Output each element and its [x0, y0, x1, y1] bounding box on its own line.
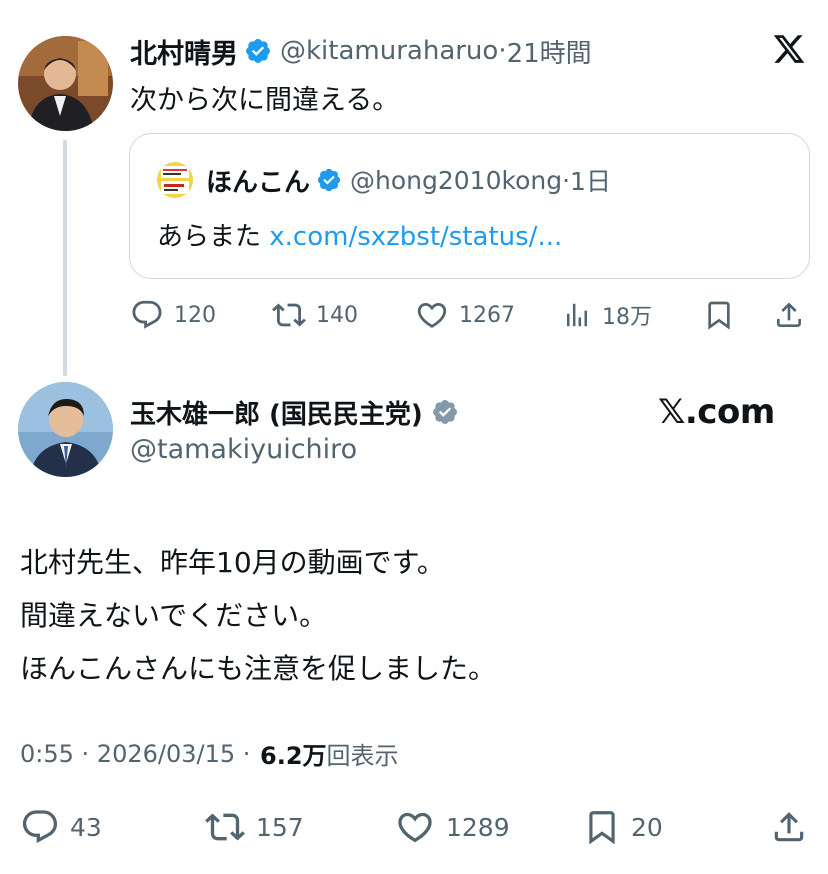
avatar-tamaki-image — [18, 382, 113, 477]
separator-dot: · — [498, 36, 507, 66]
verified-badge-icon — [316, 167, 342, 193]
like-button[interactable]: 1267 — [415, 298, 515, 332]
views-count: 18万 — [602, 305, 652, 330]
reply-icon — [22, 810, 58, 844]
avatar-kitamura-image — [18, 36, 113, 131]
separator-dot: · — [235, 739, 259, 768]
share-button[interactable] — [770, 807, 808, 847]
post-date[interactable]: 2026/03/15 — [97, 740, 235, 768]
thread-connector-line — [63, 140, 67, 376]
tweet-text-line: ほんこんさんにも注意を促しました。 — [20, 652, 497, 685]
like-count: 1289 — [446, 812, 510, 842]
tweet-text-line: 間違えないでください。 — [20, 599, 328, 632]
share-button[interactable] — [773, 298, 805, 332]
tweet-header: 北村晴男 @kitamuraharuo · 21時間 — [130, 30, 592, 72]
avatar[interactable] — [18, 382, 113, 477]
tweet-text-line: 北村先生、昨年10月の動画です。 — [20, 546, 445, 579]
heart-icon — [398, 812, 432, 843]
author-name[interactable]: 北村晴男 — [130, 32, 238, 71]
reply-button[interactable]: 120 — [130, 298, 216, 332]
x-com-brand: 𝕏.com — [658, 392, 775, 432]
repost-icon — [205, 813, 245, 841]
reply-icon — [132, 300, 162, 329]
quote-header: ほんこん @hong2010kong · 1日 — [206, 160, 611, 200]
verified-badge-icon — [244, 37, 272, 65]
separator-dot: · — [562, 165, 571, 195]
tweet-header: 玉木雄一郎 (国民民主党) — [130, 392, 459, 432]
repost-button[interactable]: 157 — [204, 807, 304, 847]
repost-icon — [272, 303, 306, 327]
quoted-tweet-card[interactable]: ほんこん @hong2010kong · 1日 あらまた x.com/sxzbs… — [129, 133, 810, 279]
bookmark-count: 20 — [631, 812, 663, 842]
views-label: 回表示 — [326, 742, 399, 770]
bookmark-button[interactable] — [703, 298, 735, 332]
share-icon — [777, 302, 801, 327]
bookmark-button[interactable]: 20 — [583, 807, 663, 847]
author-handle[interactable]: @kitamuraharuo — [280, 36, 498, 66]
repost-count: 157 — [256, 812, 304, 842]
heart-icon — [417, 302, 447, 328]
bookmark-icon — [589, 811, 615, 845]
quote-avatar — [157, 162, 193, 198]
quote-timestamp: 1日 — [570, 167, 611, 196]
repost-count: 140 — [316, 302, 358, 328]
quote-link[interactable]: x.com/sxzbst/status/... — [269, 222, 562, 252]
reply-button[interactable]: 43 — [20, 807, 102, 847]
government-badge-icon — [431, 398, 459, 426]
views-button[interactable]: 18万 — [562, 298, 652, 332]
like-count: 1267 — [459, 302, 515, 328]
reply-count: 120 — [174, 302, 216, 328]
quote-author-name: ほんこん — [206, 167, 311, 198]
tweet-meta: 0:55 · 2026/03/15 · 6.2万 回表示 — [20, 736, 399, 771]
share-icon — [774, 812, 804, 842]
quote-author-handle: @hong2010kong — [350, 165, 563, 195]
views-number: 6.2万 — [260, 742, 327, 770]
x-logo-icon[interactable] — [772, 32, 806, 66]
repost-button[interactable]: 140 — [272, 298, 358, 332]
like-button[interactable]: 1289 — [394, 807, 510, 847]
post-time[interactable]: 0:55 — [20, 740, 74, 768]
avatar[interactable] — [18, 36, 113, 131]
tweet-text: 北村先生、昨年10月の動画です。 間違えないでください。 ほんこんさんにも注意を… — [20, 536, 496, 695]
timestamp[interactable]: 21時間 — [507, 33, 592, 70]
author-handle[interactable]: @tamakiyuichiro — [130, 434, 357, 465]
quote-text-body: あらまた — [157, 222, 270, 252]
analytics-icon — [567, 303, 587, 327]
tweet-text: 次から次に間違える。 — [130, 85, 400, 116]
separator-dot: · — [73, 739, 97, 768]
author-name[interactable]: 玉木雄一郎 (国民民主党) — [130, 394, 423, 431]
reply-count: 43 — [70, 812, 102, 842]
bookmark-icon — [708, 301, 730, 330]
quote-text: あらまた x.com/sxzbst/status/... — [157, 216, 562, 253]
